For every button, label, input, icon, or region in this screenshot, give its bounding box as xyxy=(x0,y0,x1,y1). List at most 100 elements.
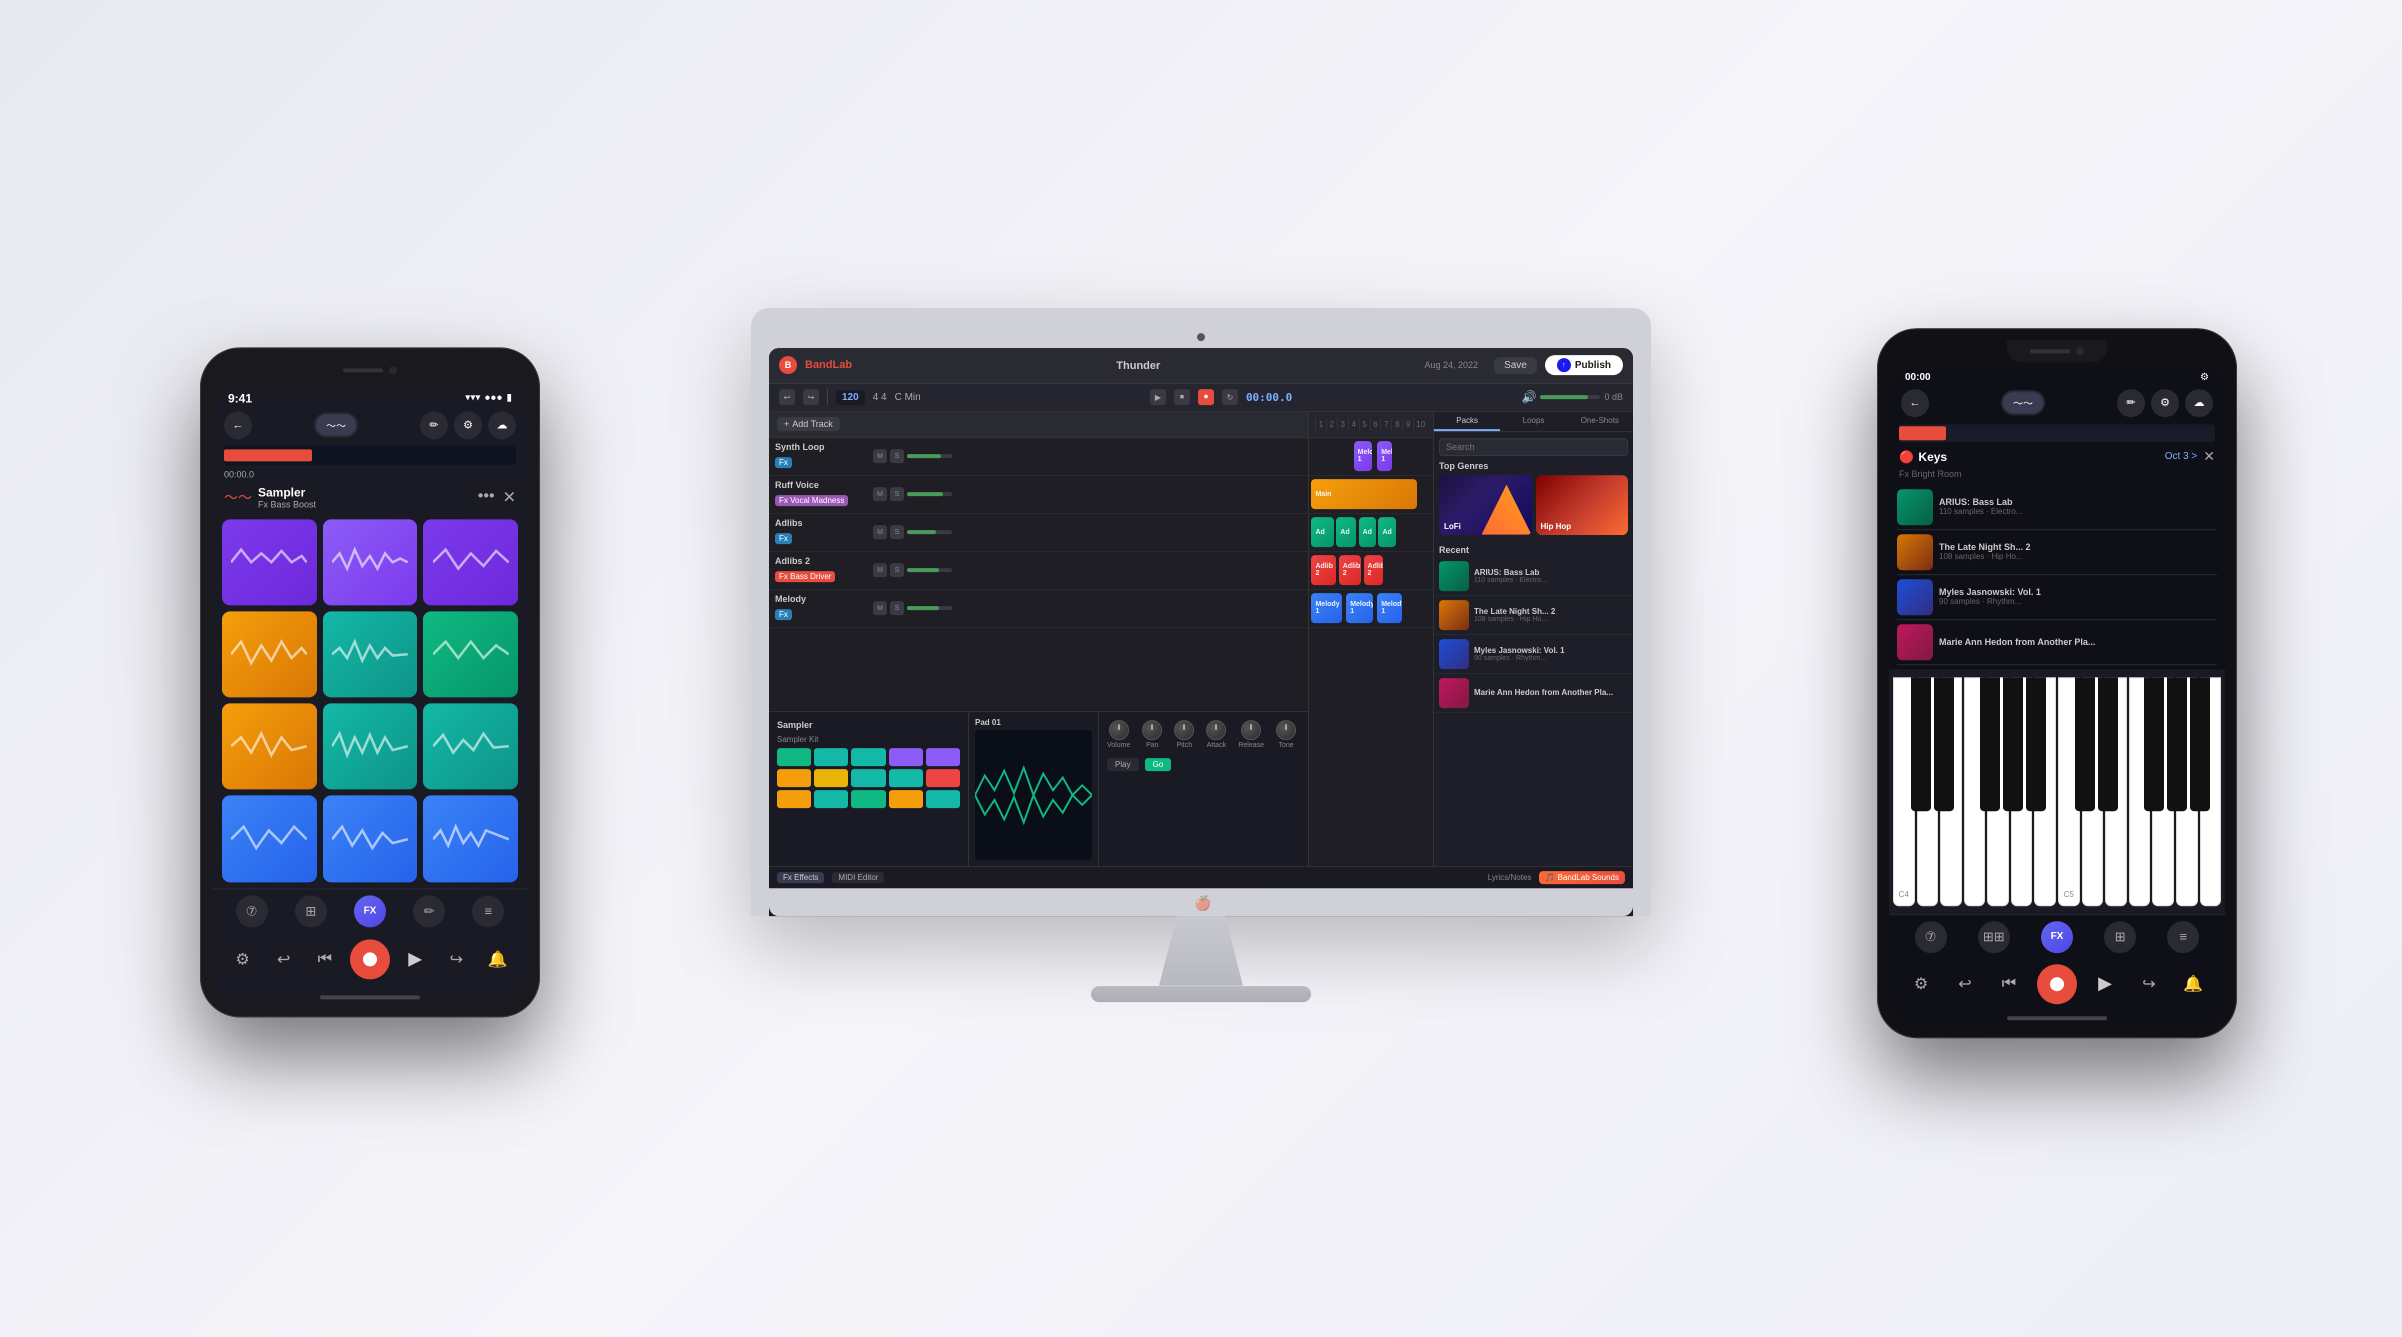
fx-button[interactable]: FX xyxy=(2041,921,2073,953)
list-button[interactable]: ≡ xyxy=(2167,921,2199,953)
tone-knob[interactable] xyxy=(1276,720,1296,740)
loop-tool-button[interactable]: ⑦ xyxy=(1915,921,1947,953)
settings-button[interactable]: ⚙ xyxy=(2151,389,2179,417)
sampler-pad[interactable] xyxy=(926,748,960,766)
pencil-button[interactable]: ✏ xyxy=(2117,389,2145,417)
piano-key-as5[interactable] xyxy=(2190,677,2210,812)
stop-button[interactable]: ⏹ xyxy=(1174,389,1190,405)
track-mute-button[interactable]: M xyxy=(873,449,887,463)
master-volume-slider[interactable] xyxy=(1540,395,1600,399)
clip[interactable]: Main xyxy=(1311,479,1416,509)
list-item[interactable]: Marie Ann Hedon from Another Pla... xyxy=(1434,674,1633,713)
fx-button[interactable]: FX xyxy=(354,895,386,927)
record-button[interactable]: ⏺ xyxy=(1198,389,1214,405)
sampler-pad[interactable] xyxy=(814,790,848,808)
sampler-pad[interactable] xyxy=(889,748,923,766)
effects-tab[interactable]: Fx Effects xyxy=(777,872,824,883)
add-track-button[interactable]: + Add Track xyxy=(777,417,840,431)
iphone-pad[interactable] xyxy=(423,796,518,882)
iphone-pad[interactable] xyxy=(423,611,518,697)
track-volume-slider[interactable] xyxy=(907,606,952,610)
undo-transport-button[interactable]: ↩ xyxy=(268,943,300,975)
pencil-button[interactable]: ✏ xyxy=(420,411,448,439)
record-button[interactable] xyxy=(2037,964,2077,1004)
sampler-pad[interactable] xyxy=(814,748,848,766)
track-mute-button[interactable]: M xyxy=(873,487,887,501)
bandlab-sounds-button[interactable]: 🎵 BandLab Sounds xyxy=(1539,871,1625,884)
track-solo-button[interactable]: S xyxy=(890,601,904,615)
track-volume-slider[interactable] xyxy=(907,454,952,458)
release-knob[interactable] xyxy=(1241,720,1261,740)
list-item[interactable]: The Late Night Sh... 2 108 samples · Hip… xyxy=(1897,530,2217,575)
bpm-display[interactable]: 120 xyxy=(836,390,865,405)
list-item[interactable]: The Late Night Sh... 2 108 samples · Hip… xyxy=(1434,596,1633,635)
iphone-pad[interactable] xyxy=(323,796,418,882)
waveform-mode-button[interactable]: 〜〜 xyxy=(2003,392,2043,413)
publish-button[interactable]: ↑ Publish xyxy=(1545,355,1623,375)
redo-button[interactable]: ↪ xyxy=(2133,968,2165,1000)
clip[interactable]: Ad xyxy=(1311,517,1333,547)
list-item[interactable]: ARIUS: Bass Lab 110 samples · Electro... xyxy=(1434,557,1633,596)
sampler-pad[interactable] xyxy=(851,790,885,808)
track-volume-slider[interactable] xyxy=(907,492,952,496)
list-item[interactable]: Myles Jasnowski: Vol. 1 90 samples · Rhy… xyxy=(1897,575,2217,620)
piano-key-cs[interactable] xyxy=(1911,677,1931,812)
pitch-knob[interactable] xyxy=(1174,720,1194,740)
clip[interactable]: Ad xyxy=(1359,517,1376,547)
iphone-pad[interactable] xyxy=(222,703,317,789)
sampler-pad[interactable] xyxy=(926,769,960,787)
track-mute-button[interactable]: M xyxy=(873,525,887,539)
attack-knob[interactable] xyxy=(1206,720,1226,740)
sampler-pad[interactable] xyxy=(777,748,811,766)
piano-key-cs5[interactable] xyxy=(2075,677,2095,812)
redo-transport-button[interactable]: ↪ xyxy=(440,943,472,975)
more-options-button[interactable]: ••• xyxy=(478,487,495,507)
play-button[interactable]: ▶ xyxy=(2089,968,2121,1000)
rewind-button[interactable]: ⏮ xyxy=(1993,968,2025,1000)
metronome-button[interactable]: 🔔 xyxy=(2177,968,2209,1000)
clip[interactable]: Melody 1 xyxy=(1354,441,1373,471)
play-button[interactable]: ▶ xyxy=(1150,389,1166,405)
piano-key-gs5[interactable] xyxy=(2167,677,2187,812)
clip[interactable]: Melody 1 xyxy=(1311,593,1342,623)
undo-button[interactable]: ↩ xyxy=(779,389,795,405)
settings-transport-button[interactable]: ⚙ xyxy=(227,943,259,975)
clip[interactable]: Ad xyxy=(1378,517,1395,547)
iphone-pad[interactable] xyxy=(222,519,317,605)
undo-button[interactable]: ↩ xyxy=(1949,968,1981,1000)
list-item[interactable]: ARIUS: Bass Lab 110 samples · Electro... xyxy=(1897,485,2217,530)
clip[interactable]: Melody 1 xyxy=(1346,593,1373,623)
back-button[interactable]: ← xyxy=(1901,389,1929,417)
track-solo-button[interactable]: S xyxy=(890,449,904,463)
rewind-button[interactable]: ⏮ xyxy=(309,943,341,975)
iphone-pad[interactable] xyxy=(323,703,418,789)
settings-button[interactable]: ⚙ xyxy=(1905,968,1937,1000)
list-item[interactable]: Myles Jasnowski: Vol. 1 90 samples · Rhy… xyxy=(1434,635,1633,674)
track-mute-button[interactable]: M xyxy=(873,563,887,577)
genre-card-hiphop[interactable]: Hip Hop xyxy=(1536,475,1629,535)
sampler-pad[interactable] xyxy=(851,748,885,766)
grid-button[interactable]: ⊞ xyxy=(295,895,327,927)
piano-key-fs[interactable] xyxy=(1980,677,2000,812)
waveform-mode-button[interactable]: 〜〜 xyxy=(316,414,356,435)
volume-knob[interactable] xyxy=(1109,720,1129,740)
clip[interactable]: Ad xyxy=(1336,517,1356,547)
grid-button[interactable]: ⊞⊞ xyxy=(1978,921,2010,953)
track-volume-slider[interactable] xyxy=(907,530,952,534)
piano-key-as[interactable] xyxy=(2026,677,2046,812)
loop-button[interactable]: ↻ xyxy=(1222,389,1238,405)
sampler-pad[interactable] xyxy=(889,769,923,787)
piano-key-ds5[interactable] xyxy=(2098,677,2118,812)
close-keys-button[interactable]: ✕ xyxy=(2203,448,2215,465)
clip[interactable]: Melody 1 xyxy=(1377,441,1392,471)
track-solo-button[interactable]: S xyxy=(890,487,904,501)
clip[interactable]: Adlib 2 xyxy=(1311,555,1336,585)
cloud-button[interactable]: ☁ xyxy=(488,411,516,439)
genre-card-lofi[interactable]: LoFi xyxy=(1439,475,1532,535)
clip[interactable]: Adlib 2 xyxy=(1364,555,1384,585)
sampler-pad[interactable] xyxy=(777,769,811,787)
tab-oneshots[interactable]: One-Shots xyxy=(1567,412,1633,431)
loop-tool-button[interactable]: ⑦ xyxy=(236,895,268,927)
cloud-button[interactable]: ☁ xyxy=(2185,389,2213,417)
piano-key-ds[interactable] xyxy=(1934,677,1954,812)
